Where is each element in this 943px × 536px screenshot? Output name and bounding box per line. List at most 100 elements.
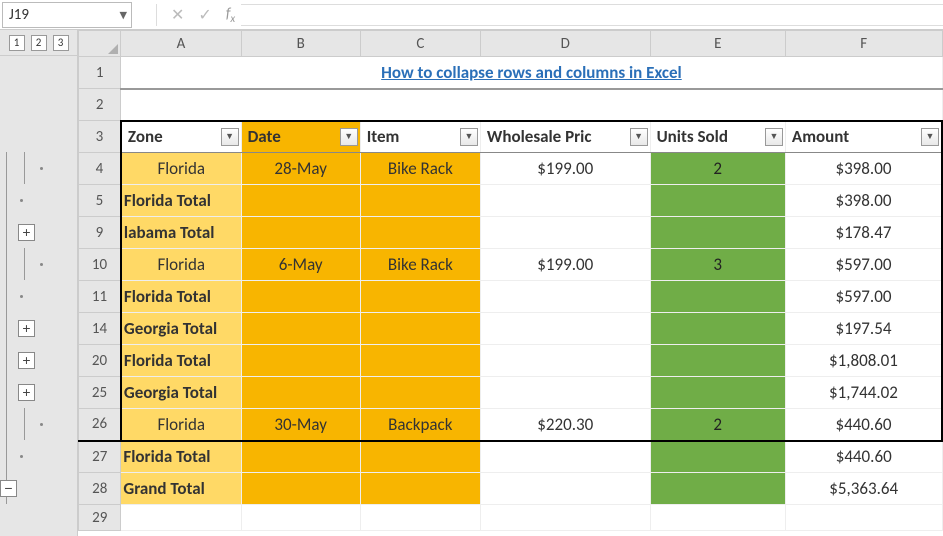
select-all-cell[interactable] <box>79 31 121 57</box>
cell-units[interactable]: 2 <box>650 153 785 185</box>
header-amount[interactable]: Amount ▼ <box>785 121 942 153</box>
cell-amount[interactable]: $1,744.02 <box>785 377 942 409</box>
cell-empty[interactable] <box>360 185 480 217</box>
cell-empty[interactable] <box>360 313 480 345</box>
cell-empty[interactable] <box>650 345 785 377</box>
cell-amount[interactable]: $398.00 <box>785 185 942 217</box>
outline-level-1[interactable]: 1 <box>9 35 25 51</box>
cell-amount[interactable]: $440.60 <box>785 441 942 473</box>
cell-empty[interactable] <box>241 345 360 377</box>
row-header-1[interactable]: 1 <box>79 57 121 89</box>
row-header[interactable]: 27 <box>79 441 121 473</box>
header-item[interactable]: Item ▼ <box>360 121 480 153</box>
cell-empty[interactable] <box>650 217 785 249</box>
col-header-D[interactable]: D <box>480 31 650 57</box>
cell-empty[interactable] <box>241 185 360 217</box>
header-units[interactable]: Units Sold ▼ <box>650 121 785 153</box>
filter-button[interactable]: ▼ <box>630 128 648 146</box>
cell-zone[interactable]: Florida <box>121 153 241 185</box>
cell-amount[interactable]: $1,808.01 <box>785 345 942 377</box>
cell-item[interactable]: Bike Rack <box>360 249 480 281</box>
col-header-C[interactable]: C <box>360 31 480 57</box>
header-date[interactable]: Date ▼ <box>241 121 360 153</box>
cell-empty[interactable] <box>650 441 785 473</box>
cell-empty[interactable] <box>241 505 360 531</box>
cell-empty[interactable] <box>121 505 241 531</box>
row-header[interactable]: 14 <box>79 313 121 345</box>
cell-empty[interactable] <box>650 185 785 217</box>
name-box-dropdown-icon[interactable]: ▾ <box>119 5 127 24</box>
filter-button[interactable]: ▼ <box>921 128 939 146</box>
cell-empty[interactable] <box>650 505 785 531</box>
cell-empty[interactable] <box>650 281 785 313</box>
spreadsheet-grid[interactable]: A B C D E F 1 How to collapse rows and c… <box>78 30 943 536</box>
cell-empty[interactable] <box>241 313 360 345</box>
cell-amount[interactable]: $597.00 <box>785 249 942 281</box>
cell-zone[interactable]: labama Total <box>121 217 241 249</box>
cell-amount[interactable]: $178.47 <box>785 217 942 249</box>
cell-empty[interactable] <box>360 473 480 505</box>
cell-empty[interactable] <box>241 473 360 505</box>
cell-amount[interactable]: $398.00 <box>785 153 942 185</box>
row-header[interactable]: 25 <box>79 377 121 409</box>
cell-amount[interactable]: $5,363.64 <box>785 473 942 505</box>
row-header[interactable]: 28 <box>79 473 121 505</box>
cell-amount[interactable]: $440.60 <box>785 409 942 441</box>
outline-level-2[interactable]: 2 <box>31 35 47 51</box>
cell-empty[interactable] <box>480 473 650 505</box>
cell-empty[interactable] <box>480 281 650 313</box>
cell-empty[interactable] <box>480 217 650 249</box>
cell-empty[interactable] <box>650 313 785 345</box>
title-cell[interactable]: How to collapse rows and columns in Exce… <box>121 57 942 89</box>
row-header[interactable]: 29 <box>79 505 121 531</box>
cell-empty[interactable] <box>650 377 785 409</box>
cell-price[interactable]: $199.00 <box>480 153 650 185</box>
row-header[interactable]: 11 <box>79 281 121 313</box>
row-header[interactable]: 10 <box>79 249 121 281</box>
col-header-A[interactable]: A <box>121 31 241 57</box>
cell-date[interactable]: 6-May <box>241 249 360 281</box>
cell-amount[interactable]: $597.00 <box>785 281 942 313</box>
cell-empty[interactable] <box>241 377 360 409</box>
cell-empty[interactable] <box>360 345 480 377</box>
cell-zone[interactable]: Florida Total <box>121 185 241 217</box>
cell-zone[interactable]: Florida Total <box>121 441 241 473</box>
filter-button[interactable]: ▼ <box>765 128 783 146</box>
col-header-B[interactable]: B <box>241 31 360 57</box>
cell-empty[interactable] <box>360 281 480 313</box>
cell-empty[interactable] <box>360 217 480 249</box>
cell-zone[interactable]: Georgia Total <box>121 377 241 409</box>
header-zone[interactable]: Zone ▼ <box>121 121 241 153</box>
fx-icon[interactable]: fx <box>226 5 235 25</box>
cell-zone[interactable]: Florida Total <box>121 281 241 313</box>
filter-button[interactable]: ▼ <box>340 128 358 146</box>
cell-empty[interactable] <box>241 441 360 473</box>
formula-input[interactable] <box>241 4 943 26</box>
outline-collapse-button[interactable]: − <box>0 480 17 497</box>
row-header[interactable]: 9 <box>79 217 121 249</box>
cell-price[interactable]: $220.30 <box>480 409 650 441</box>
cell-zone[interactable]: Georgia Total <box>121 313 241 345</box>
cell-units[interactable]: 2 <box>650 409 785 441</box>
name-box[interactable]: J19 ▾ <box>2 2 132 28</box>
cell-empty[interactable] <box>480 505 650 531</box>
cell-amount[interactable]: $197.54 <box>785 313 942 345</box>
cell-date[interactable]: 30-May <box>241 409 360 441</box>
cell-empty[interactable] <box>480 345 650 377</box>
cell-zone[interactable]: Florida <box>121 249 241 281</box>
filter-button[interactable]: ▼ <box>460 128 478 146</box>
cell-zone[interactable]: Grand Total <box>121 473 241 505</box>
cell-zone[interactable]: Florida <box>121 409 241 441</box>
cell-empty[interactable] <box>480 313 650 345</box>
cell-empty[interactable] <box>360 377 480 409</box>
cell-empty[interactable] <box>241 281 360 313</box>
outline-level-3[interactable]: 3 <box>53 35 69 51</box>
cell-empty[interactable] <box>480 185 650 217</box>
cell-empty[interactable] <box>785 505 942 531</box>
cell-item[interactable]: Bike Rack <box>360 153 480 185</box>
cell-units[interactable]: 3 <box>650 249 785 281</box>
cell-date[interactable]: 28-May <box>241 153 360 185</box>
cell-empty[interactable] <box>480 377 650 409</box>
col-header-E[interactable]: E <box>650 31 785 57</box>
cell-empty[interactable] <box>121 89 942 121</box>
